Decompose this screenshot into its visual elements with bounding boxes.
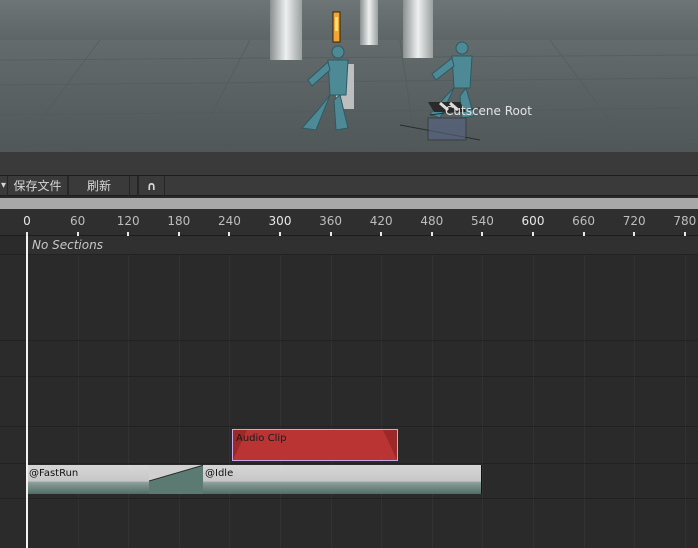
ruler-tick-label: 420 [369, 214, 393, 228]
track-header-gutter [0, 236, 27, 548]
grid-line [381, 254, 383, 548]
save-file-button[interactable]: 保存文件 [8, 176, 68, 196]
time-ruler[interactable]: 0 60 120 180 240 300 360 420 480 540 600 660 720 780 [0, 209, 698, 236]
ruler-tick-label: 360 [319, 214, 343, 228]
grid-line [684, 254, 686, 548]
ruler-tick-label: 240 [217, 214, 241, 228]
timeline-scrollbar[interactable] [0, 198, 698, 209]
grid-line [533, 254, 534, 548]
ruler-tick-label: 120 [116, 214, 140, 228]
scene-render [0, 0, 698, 175]
cutscene-root-label: Cutscene Root [445, 104, 532, 118]
no-sections-label: No Sections [32, 238, 103, 252]
grid-line [482, 254, 484, 548]
track-divider [0, 254, 698, 255]
ruler-tick-label: 600 [521, 214, 545, 228]
track-divider [0, 463, 698, 464]
grid-line [229, 254, 231, 548]
grid-line [77, 254, 79, 548]
grid-line [431, 254, 433, 548]
sections-row: No Sections [27, 236, 698, 254]
grid-line [634, 254, 636, 548]
blend-curve-icon [149, 465, 204, 494]
ruler-tick-label: 60 [69, 214, 86, 228]
anim-clip-fastrun-label: @FastRun [29, 468, 79, 479]
track-divider [0, 498, 698, 499]
ruler-tick-label: 780 [673, 214, 697, 228]
refresh-button[interactable]: 刷新 [68, 176, 130, 196]
spacer [130, 176, 138, 196]
grid-line [128, 254, 130, 548]
ruler-tick-label: 300 [268, 214, 292, 228]
playhead[interactable] [26, 236, 28, 548]
grid-line [330, 254, 332, 548]
scene-viewport[interactable]: Cutscene Root [0, 0, 698, 175]
track-divider [0, 426, 698, 427]
ruler-tick-label: 480 [420, 214, 444, 228]
grid-line [583, 254, 585, 548]
anim-clip-idle[interactable]: @Idle [203, 465, 482, 494]
ruler-tick-label: 720 [622, 214, 646, 228]
anim-clip-idle-label: @Idle [205, 468, 234, 479]
ruler-tick-label: 660 [572, 214, 596, 228]
track-divider [0, 376, 698, 377]
audio-clip-label: Audio Clip [236, 433, 287, 444]
ruler-tick-label: 540 [470, 214, 494, 228]
timeline-toolbar: ▾ 保存文件 刷新 ∩ [0, 175, 698, 196]
ruler-tick-label: 180 [167, 214, 191, 228]
track-divider [0, 340, 698, 341]
anim-clip-fastrun[interactable]: @FastRun [27, 465, 150, 494]
grid-line [280, 254, 281, 548]
tracks-area[interactable]: No Sections Audio Clip @FastRun @Idle [0, 236, 698, 548]
audio-clip[interactable]: Audio Clip [232, 429, 398, 461]
blend-transition[interactable] [149, 465, 204, 494]
ruler-tick-label: 0 [23, 214, 31, 228]
dropdown-arrow-icon[interactable]: ▾ [0, 176, 8, 196]
snap-magnet-icon[interactable]: ∩ [138, 176, 165, 196]
grid-line [178, 254, 180, 548]
